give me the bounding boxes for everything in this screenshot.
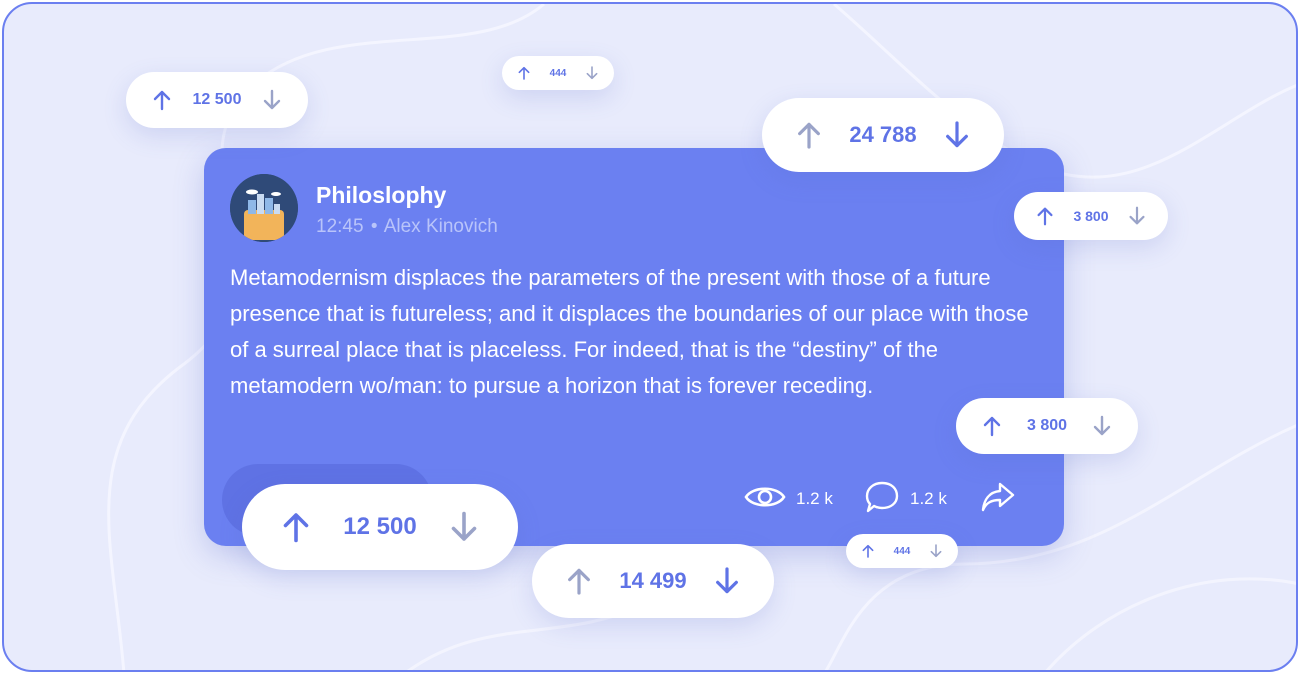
arrow-up-icon[interactable] [516,65,532,81]
share-button[interactable] [980,482,1016,516]
post-time: 12:45 [316,216,364,237]
post-text: Metamodernism displaces the parameters o… [230,265,1029,398]
post-author[interactable]: Alex Kinovich [384,216,498,237]
vote-count: 3 800 [1073,208,1109,224]
comments-stat[interactable]: 1.2 k [864,480,947,519]
meta-separator: • [370,216,378,237]
arrow-up-icon[interactable] [793,119,825,151]
eye-icon [744,482,786,517]
arrow-down-icon[interactable] [928,543,944,559]
community-avatar[interactable] [230,174,298,242]
arrow-up-icon[interactable] [278,509,314,545]
share-icon[interactable] [980,481,1016,518]
vote-pill: 24 788 [762,98,1004,172]
vote-count: 12 500 [343,513,417,540]
arrow-down-icon[interactable] [1126,205,1148,227]
vote-pill: 444 [846,534,958,568]
arrow-down-icon[interactable] [584,65,600,81]
arrow-down-icon[interactable] [711,565,743,597]
vote-pill: 3 800 [956,398,1138,454]
vote-pill: 3 800 [1014,192,1168,240]
arrow-down-icon[interactable] [941,119,973,151]
vote-pill: 12 500 [242,484,518,570]
vote-count: 444 [549,67,567,79]
vote-count: 12 500 [192,91,242,108]
arrow-down-icon[interactable] [260,88,284,112]
arrow-up-icon[interactable] [980,414,1004,438]
arrow-up-icon[interactable] [563,565,595,597]
vote-pill: 12 500 [126,72,308,128]
vote-count: 3 800 [1026,417,1068,434]
vote-count: 14 499 [619,568,687,593]
post-meta: 12:45 • Alex Kinovich [316,216,498,238]
vote-pill: 14 499 [532,544,774,618]
arrow-down-icon[interactable] [446,509,482,545]
views-stat: 1.2 k [744,482,833,516]
comment-icon[interactable] [864,480,900,519]
comments-count: 1.2 k [910,489,947,508]
arrow-up-icon[interactable] [860,543,876,559]
arrow-up-icon[interactable] [150,88,174,112]
vote-count: 24 788 [849,122,917,147]
vote-pill: 444 [502,56,614,90]
arrow-up-icon[interactable] [1034,205,1056,227]
arrow-down-icon[interactable] [1090,414,1114,438]
vote-count: 444 [893,545,911,557]
community-name[interactable]: Philoslophy [316,182,446,209]
views-count: 1.2 k [796,489,833,508]
